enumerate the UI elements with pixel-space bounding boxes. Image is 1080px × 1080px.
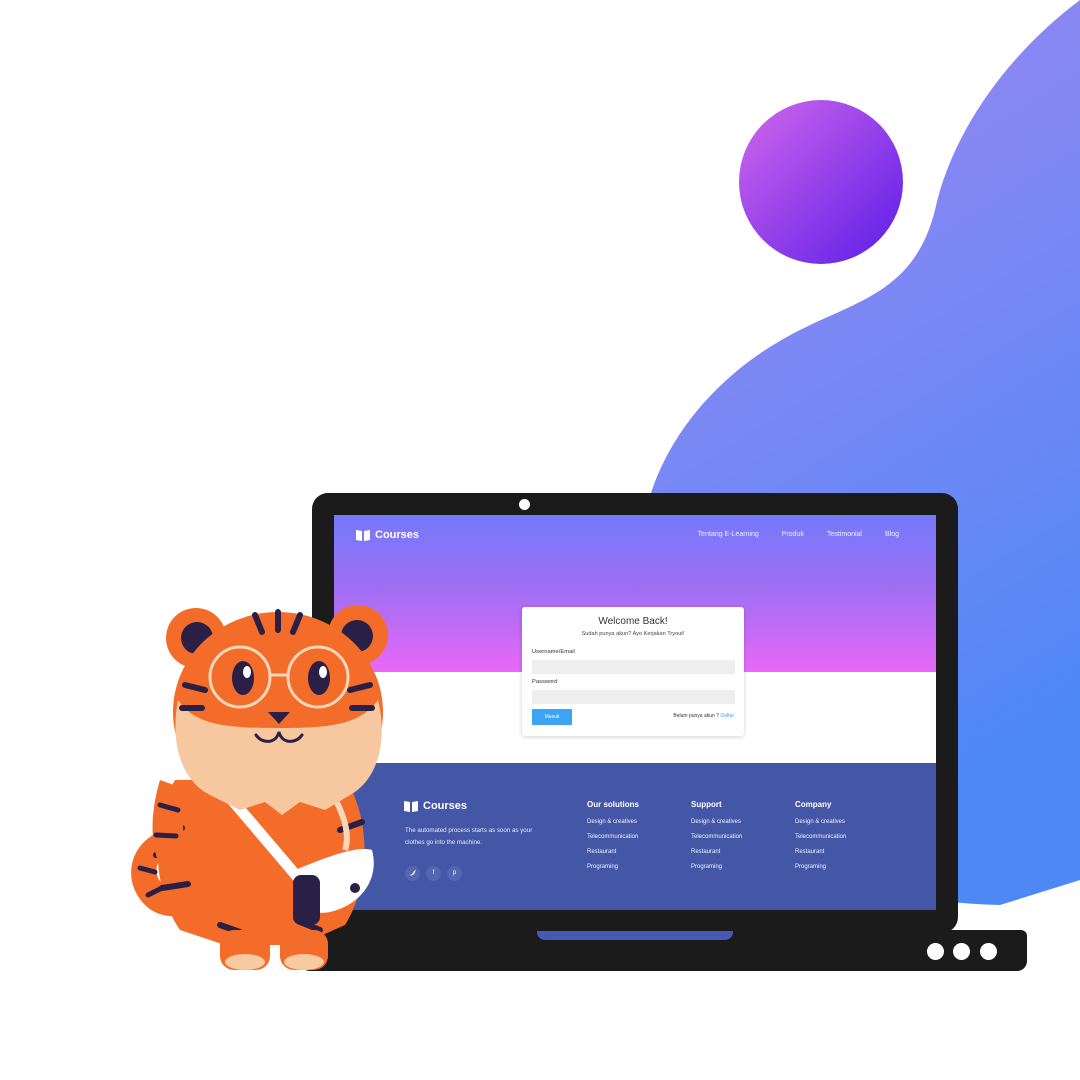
- nav-link-tentang[interactable]: Tentang E-Learning: [698, 531, 759, 538]
- nav-links: Tentang E-Learning Produk Testimonial Bl…: [698, 531, 899, 538]
- password-label: Password: [532, 679, 558, 685]
- password-input[interactable]: [532, 690, 735, 704]
- base-dot: [980, 943, 997, 960]
- nav-logo[interactable]: Courses: [356, 529, 419, 541]
- footer-link[interactable]: Telecommunication: [691, 834, 742, 849]
- pinterest-icon[interactable]: p: [447, 866, 462, 881]
- footer-column-title: Company: [795, 800, 832, 809]
- site-footer: Courses The automated process starts as …: [334, 763, 936, 910]
- gradient-circle: [739, 100, 903, 264]
- footer-column-company: Company Design & creatives Telecommunica…: [795, 800, 846, 879]
- base-dot: [927, 943, 944, 960]
- footer-column-support: Support Design & creatives Telecommunica…: [691, 800, 742, 879]
- footer-link[interactable]: Programing: [795, 864, 846, 879]
- footer-link[interactable]: Design & creatives: [587, 819, 639, 834]
- logo-text: Courses: [375, 529, 420, 541]
- footer-logo[interactable]: Courses: [404, 800, 467, 812]
- open-book-icon: [404, 801, 418, 812]
- footer-logo-text: Courses: [423, 800, 468, 812]
- facebook-icon[interactable]: f: [426, 866, 441, 881]
- footer-link[interactable]: Restaurant: [795, 849, 846, 864]
- footer-column-solutions: Our solutions Design & creatives Telecom…: [587, 800, 639, 879]
- footer-link[interactable]: Programing: [691, 864, 742, 879]
- footer-link[interactable]: Restaurant: [587, 849, 639, 864]
- username-label: Username/Email: [532, 649, 575, 655]
- footer-link[interactable]: Design & creatives: [691, 819, 742, 834]
- nav-link-blog[interactable]: Blog: [885, 531, 899, 538]
- footer-column-title: Support: [691, 800, 722, 809]
- open-book-icon: [356, 530, 370, 541]
- register-prompt-text: Belum punya akun ?: [673, 713, 719, 719]
- laptop-screen: Courses Tentang E-Learning Produk Testim…: [334, 515, 936, 910]
- base-dot: [953, 943, 970, 960]
- social-links: f p: [405, 866, 462, 881]
- footer-link[interactable]: Telecommunication: [795, 834, 846, 849]
- laptop-notch: [537, 931, 733, 940]
- webcam-dot: [519, 499, 530, 510]
- register-prompt: Belum punya akun ? Daftar: [673, 713, 734, 719]
- footer-link[interactable]: Programing: [587, 864, 639, 879]
- footer-link[interactable]: Restaurant: [691, 849, 742, 864]
- login-card: Welcome Back! Sudah punya akun? Ayo Kerj…: [522, 607, 744, 736]
- username-input[interactable]: [532, 660, 735, 674]
- login-subtitle: Sudah punya akun? Ayo Kerjakan Tryout!: [581, 631, 685, 637]
- tiger-mascot: [131, 605, 388, 970]
- register-link[interactable]: Daftar: [720, 713, 734, 719]
- footer-column-title: Our solutions: [587, 800, 639, 809]
- footer-link[interactable]: Design & creatives: [795, 819, 846, 834]
- nav-link-testimonial[interactable]: Testimonial: [827, 531, 862, 538]
- twitter-icon[interactable]: [405, 866, 420, 881]
- login-title: Welcome Back!: [598, 616, 668, 627]
- footer-description: The automated process starts as soon as …: [405, 827, 533, 846]
- login-button[interactable]: Masuk: [532, 709, 572, 725]
- nav-link-produk[interactable]: Produk: [782, 531, 804, 538]
- footer-link[interactable]: Telecommunication: [587, 834, 639, 849]
